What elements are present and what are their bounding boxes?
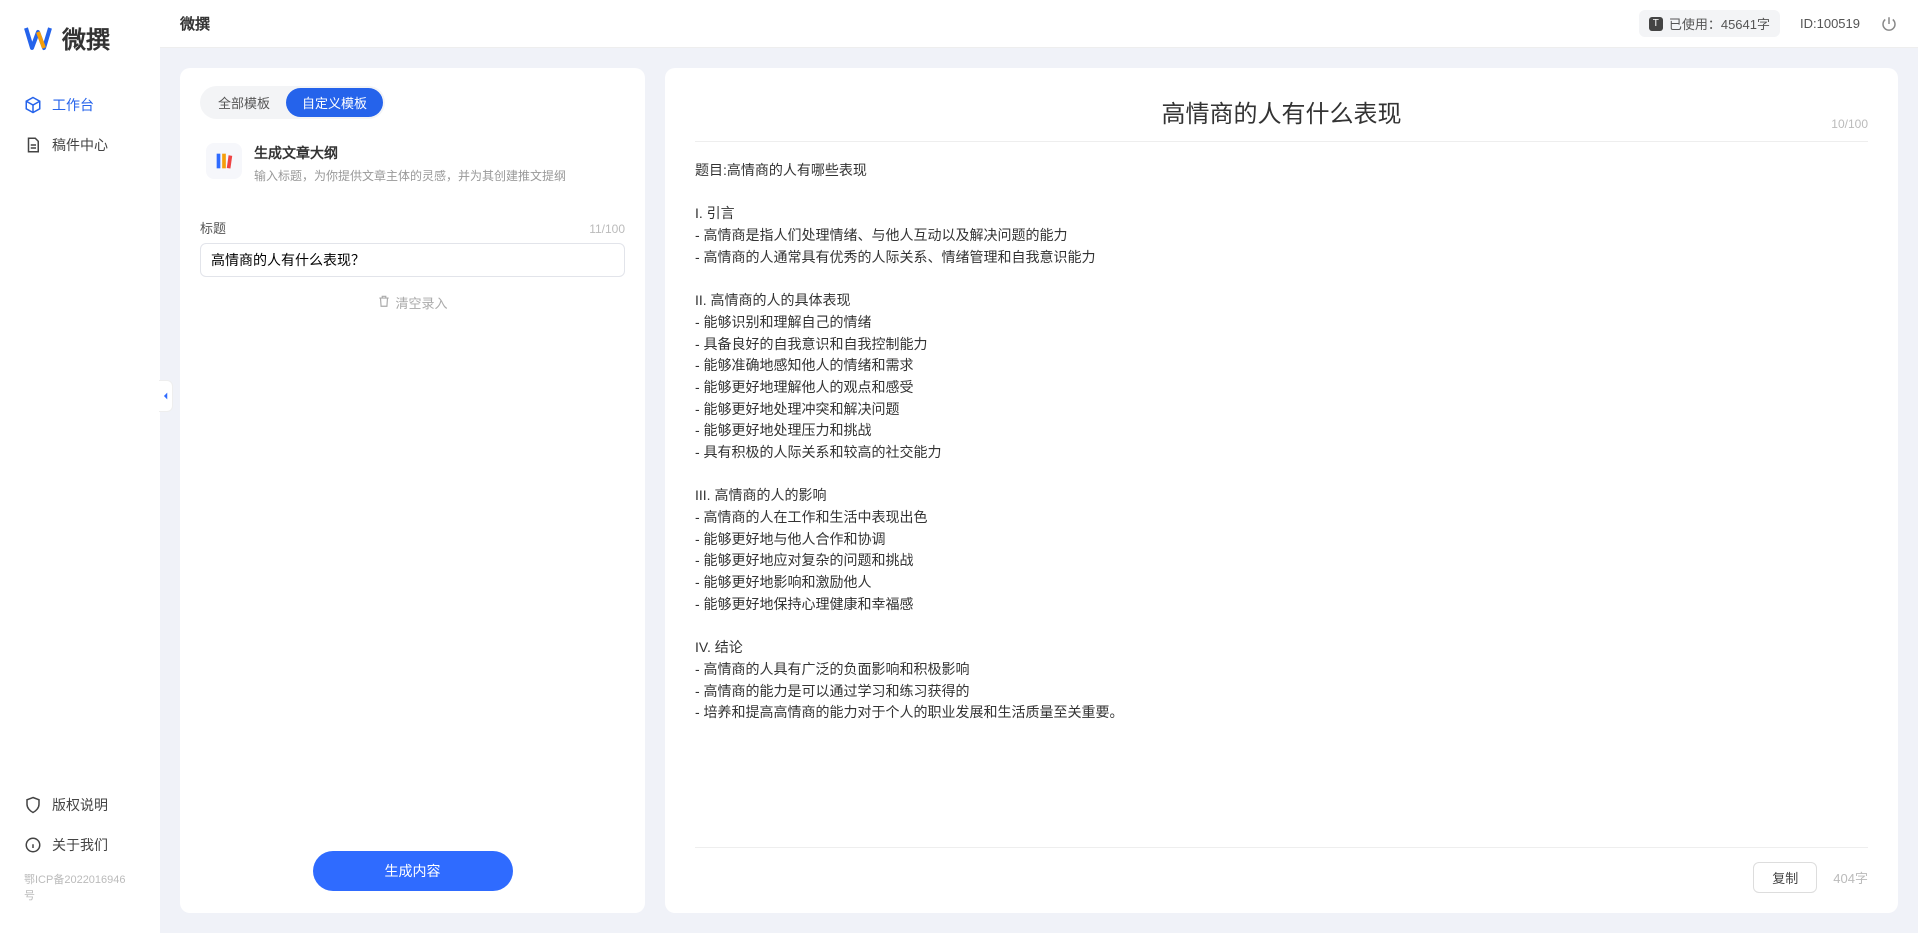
usage-badge[interactable]: T 已使用：45641字: [1639, 10, 1780, 37]
title-input[interactable]: [200, 243, 625, 277]
text-badge-icon: T: [1649, 17, 1663, 31]
left-panel: 全部模板 自定义模板 生成文章大纲 输入标题，为你提供文章主体的灵感，并为其创建…: [180, 68, 645, 913]
cube-icon: [24, 96, 42, 114]
sidebar-item-label: 稿件中心: [52, 135, 108, 155]
brand-logo: 微撰: [0, 20, 160, 85]
doc-title-count: 10/100: [1831, 117, 1868, 131]
generate-label: 生成内容: [385, 863, 441, 879]
right-panel: 高情商的人有什么表现 10/100 题目:高情商的人有哪些表现 I. 引言 - …: [665, 68, 1898, 913]
collapse-sidebar-button[interactable]: [159, 380, 173, 412]
sidebar-item-label: 工作台: [52, 95, 94, 115]
user-id: ID:100519: [1800, 16, 1860, 31]
trash-icon: [377, 294, 391, 311]
template-info: 生成文章大纲 输入标题，为你提供文章主体的灵感，并为其创建推文提纲: [254, 143, 566, 184]
shield-icon: [24, 796, 42, 814]
copy-label: 复制: [1772, 871, 1798, 886]
sidebar: 微撰 工作台 稿件中心 版权说明: [0, 0, 160, 933]
doc-header: 高情商的人有什么表现 10/100: [695, 94, 1868, 142]
template-desc: 输入标题，为你提供文章主体的灵感，并为其创建推文提纲: [254, 167, 566, 184]
template-title: 生成文章大纲: [254, 143, 566, 163]
nav: 工作台 稿件中心: [0, 85, 160, 785]
sidebar-footer: 版权说明 关于我们 鄂ICP备2022016946号: [0, 785, 160, 913]
title-label: 标题: [200, 218, 226, 237]
sidebar-item-label: 关于我们: [52, 835, 108, 855]
tab-label: 自定义模板: [302, 96, 367, 111]
brand-name: 微撰: [62, 20, 110, 55]
title-char-count: 11/100: [589, 222, 625, 236]
clear-input-button[interactable]: 清空录入: [200, 293, 625, 312]
icp-text: 鄂ICP备2022016946号: [0, 865, 160, 903]
copy-button[interactable]: 复制: [1753, 862, 1817, 893]
header-right: T 已使用：45641字 ID:100519: [1639, 10, 1898, 37]
sidebar-item-drafts[interactable]: 稿件中心: [0, 125, 160, 165]
document-icon: [24, 136, 42, 154]
word-count: 404字: [1833, 868, 1868, 887]
generate-button[interactable]: 生成内容: [313, 851, 513, 891]
tab-all-templates[interactable]: 全部模板: [202, 88, 286, 117]
sidebar-item-label: 版权说明: [52, 795, 108, 815]
title-label-row: 标题 11/100: [200, 218, 625, 237]
doc-body[interactable]: 题目:高情商的人有哪些表现 I. 引言 - 高情商是指人们处理情绪、与他人互动以…: [695, 160, 1868, 837]
books-icon: [206, 143, 242, 179]
power-icon[interactable]: [1880, 15, 1898, 33]
sidebar-item-workspace[interactable]: 工作台: [0, 85, 160, 125]
template-card[interactable]: 生成文章大纲 输入标题，为你提供文章主体的灵感，并为其创建推文提纲: [200, 133, 625, 194]
doc-title: 高情商的人有什么表现: [1162, 94, 1402, 129]
logo-icon: [24, 22, 56, 54]
sidebar-item-about[interactable]: 关于我们: [0, 825, 160, 865]
tab-label: 全部模板: [218, 96, 270, 111]
tab-custom-templates[interactable]: 自定义模板: [286, 88, 383, 117]
template-tabs: 全部模板 自定义模板: [200, 86, 385, 119]
main: 微撰 T 已使用：45641字 ID:100519 全部模板 自定义模板: [160, 0, 1918, 933]
usage-text: 已使用：45641字: [1669, 14, 1770, 33]
sidebar-item-copyright[interactable]: 版权说明: [0, 785, 160, 825]
clear-label: 清空录入: [395, 293, 447, 312]
content: 全部模板 自定义模板 生成文章大纲 输入标题，为你提供文章主体的灵感，并为其创建…: [160, 48, 1918, 933]
info-icon: [24, 836, 42, 854]
doc-footer: 复制 404字: [695, 847, 1868, 893]
header: 微撰 T 已使用：45641字 ID:100519: [160, 0, 1918, 48]
page-title: 微撰: [180, 13, 210, 34]
